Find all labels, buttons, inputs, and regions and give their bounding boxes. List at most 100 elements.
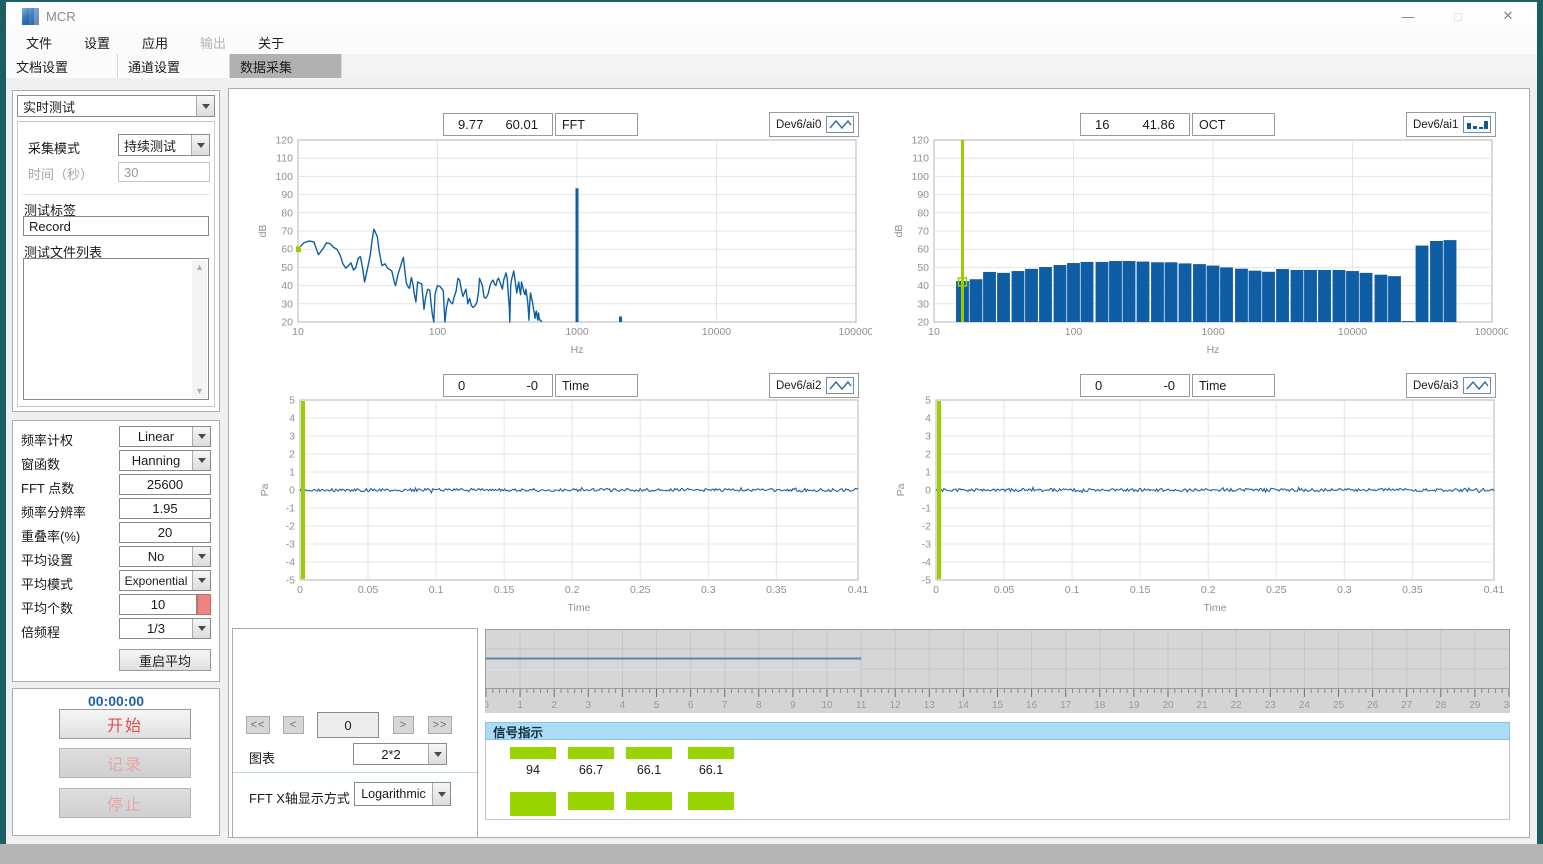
test-tag-input[interactable]: Record [23,216,209,236]
svg-text:10: 10 [821,700,833,711]
tab-data-acquisition[interactable]: 数据采集 [230,54,342,78]
nav-first-button[interactable]: << [246,716,270,734]
chevron-down-icon[interactable] [428,744,446,764]
overlap-label: 重叠率(%) [21,526,80,545]
avg-setting-value: No [120,547,192,566]
chevron-down-icon[interactable] [192,547,210,566]
svg-text:7: 7 [722,700,728,711]
octave-label: 倍频程 [21,622,60,641]
fft-chart[interactable]: 2030405060708090100110120101001000100001… [250,130,872,360]
nav-last-button[interactable]: >> [428,716,452,734]
oct-channel-label: Dev6/ai1 [1413,119,1458,131]
svg-text:90: 90 [281,189,293,201]
chevron-down-icon[interactable] [192,619,210,638]
svg-text:60: 60 [917,244,929,256]
menu-file[interactable]: 文件 [14,33,64,52]
svg-text:9: 9 [790,700,796,711]
svg-text:66.1: 66.1 [699,763,723,777]
svg-text:-1: -1 [286,503,295,515]
avg-count-input[interactable]: 10 [119,594,197,615]
chart-layout-select[interactable]: 2*2 [353,743,447,765]
svg-text:30: 30 [1503,700,1510,711]
minimize-button[interactable]: — [1397,9,1419,24]
overlap-input[interactable]: 20 [119,522,211,543]
title-bar: MCR — □ ✕ [6,2,1537,30]
chevron-down-icon[interactable] [196,96,214,116]
svg-text:28: 28 [1435,700,1447,711]
record-timeline[interactable]: 0123456789101112131415161718192021222324… [485,629,1510,713]
svg-text:0: 0 [297,584,303,596]
svg-text:0.3: 0.3 [701,584,716,596]
time-chart-1[interactable]: -5-4-3-2-101234500.050.10.150.20.250.30.… [252,390,874,618]
close-button[interactable]: ✕ [1497,8,1519,24]
tab-channel-settings[interactable]: 通道设置 [118,54,230,78]
svg-text:14: 14 [958,700,970,711]
svg-text:0.2: 0.2 [565,584,580,596]
oct-chart[interactable]: 2030405060708090100110120101001000100001… [886,130,1508,360]
svg-text:100: 100 [911,171,929,183]
avg-setting-select[interactable]: No [119,546,211,567]
svg-text:10: 10 [292,326,304,338]
svg-text:-2: -2 [286,521,295,533]
svg-text:4: 4 [620,700,626,711]
restart-average-button[interactable]: 重启平均 [119,649,211,671]
svg-text:13: 13 [924,700,936,711]
svg-text:80: 80 [281,207,293,219]
svg-text:2: 2 [925,449,931,461]
svg-text:-4: -4 [286,557,295,569]
chevron-down-icon[interactable] [192,571,210,590]
time-chart-2[interactable]: -5-4-3-2-101234500.050.10.150.20.250.30.… [888,390,1510,618]
file-list-scrollbar[interactable]: ▲▼ [192,260,207,398]
avg-mode-value: Exponential [120,571,192,590]
fft-points-input[interactable]: 25600 [119,474,211,495]
scroll-up-icon[interactable]: ▲ [195,260,204,274]
fft-xaxis-select[interactable]: Logarithmic [354,782,451,806]
svg-text:29: 29 [1469,700,1481,711]
nav-prev-button[interactable]: < [283,716,304,734]
start-button[interactable]: 开始 [59,709,191,739]
svg-text:0: 0 [933,584,939,596]
freq-resolution-input[interactable]: 1.95 [119,498,211,519]
svg-text:1: 1 [289,467,295,479]
page-index-box[interactable]: 0 [317,712,379,738]
elapsed-timer: 00:00:00 [13,693,219,709]
octave-select[interactable]: 1/3 [119,618,211,639]
svg-text:Time: Time [1204,602,1227,614]
chevron-down-icon[interactable] [191,135,209,155]
svg-text:24: 24 [1299,700,1311,711]
tab-document-settings[interactable]: 文档设置 [6,54,118,78]
svg-text:6: 6 [688,700,694,711]
svg-text:66.7: 66.7 [579,763,603,777]
window-func-select[interactable]: Hanning [119,450,211,471]
menu-about[interactable]: 关于 [246,33,296,52]
maximize-button[interactable]: □ [1447,9,1469,24]
acq-time-label: 时间（秒） [28,164,93,183]
app-logo-icon [22,8,39,25]
test-file-list[interactable]: ▲▼ [23,258,209,400]
chevron-down-icon[interactable] [192,451,210,470]
svg-text:20: 20 [1162,700,1174,711]
menu-application[interactable]: 应用 [130,33,180,52]
svg-text:2: 2 [289,449,295,461]
svg-text:10000: 10000 [702,326,731,338]
acquisition-panel: 实时测试 采集模式 持续测试 时间（秒） 30 测试标签 Record 测试文件… [12,90,220,412]
svg-text:dB: dB [893,225,905,238]
chevron-down-icon[interactable] [192,427,210,446]
nav-next-button[interactable]: > [393,716,414,734]
chevron-down-icon[interactable] [432,783,450,805]
svg-text:-1: -1 [922,503,931,515]
window-func-value: Hanning [120,451,192,470]
menu-settings[interactable]: 设置 [72,33,122,52]
acquisition-groupbox: 采集模式 持续测试 时间（秒） 30 测试标签 Record 测试文件列表 ▲▼ [17,121,215,407]
avg-mode-select[interactable]: Exponential [119,570,211,591]
svg-text:17: 17 [1060,700,1072,711]
scroll-down-icon[interactable]: ▼ [195,384,204,398]
freq-weighting-value: Linear [120,427,192,446]
freq-weighting-select[interactable]: Linear [119,426,211,447]
svg-text:-3: -3 [286,539,295,551]
acq-mode-select[interactable]: 持续测试 [118,134,210,156]
svg-text:18: 18 [1094,700,1106,711]
svg-text:0.25: 0.25 [630,584,651,596]
svg-text:3: 3 [289,431,295,443]
test-mode-select[interactable]: 实时测试 [17,95,215,117]
